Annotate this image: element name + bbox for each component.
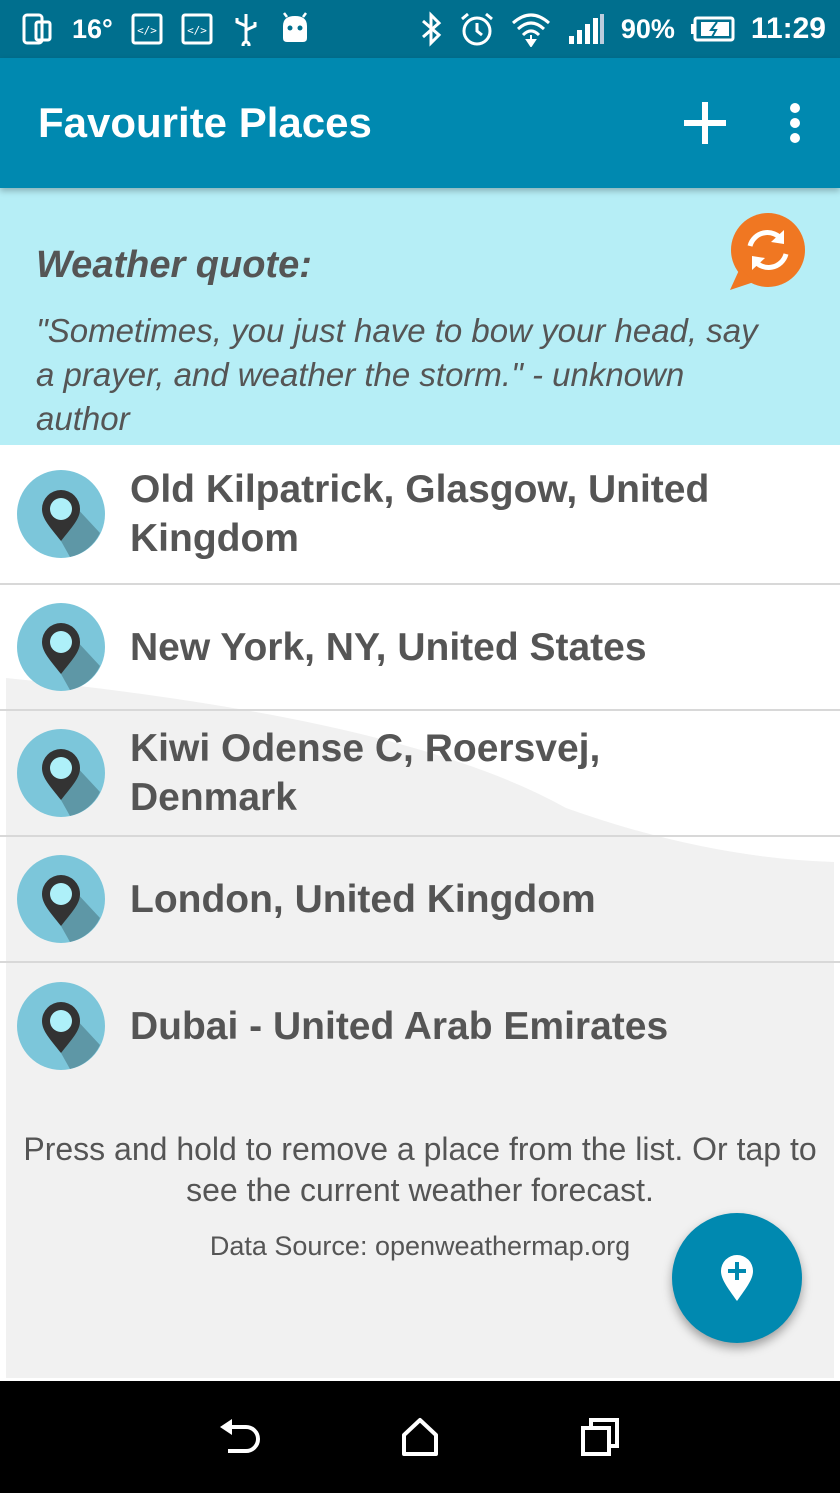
- place-label: Dubai - United Arab Emirates: [130, 1004, 669, 1048]
- battery-charging-icon: [690, 16, 735, 42]
- overflow-menu-button[interactable]: [788, 102, 802, 144]
- place-label: Kiwi Odense C, Roersvej, Denmark: [130, 727, 601, 819]
- favourite-places-list: Old Kilpatrick, Glasgow, United Kingdom …: [0, 445, 840, 1089]
- place-item[interactable]: London, United Kingdom: [0, 837, 840, 963]
- temperature-text: 16°: [72, 13, 113, 44]
- place-item[interactable]: New York, NY, United States: [0, 585, 840, 711]
- recent-apps-icon: [581, 1418, 619, 1456]
- plus-icon: [684, 102, 726, 144]
- place-item[interactable]: Dubai - United Arab Emirates: [0, 963, 840, 1089]
- page-title: Favourite Places: [38, 99, 372, 146]
- back-icon: [220, 1419, 260, 1453]
- wifi-icon: [511, 11, 551, 47]
- svg-text:</>: </>: [137, 24, 157, 37]
- home-icon: [402, 1418, 438, 1456]
- android-icon: [279, 12, 311, 46]
- clock-time: 11:29: [750, 12, 826, 45]
- place-label: London, United Kingdom: [130, 877, 596, 921]
- quote-text: "Sometimes, you just have to bow your he…: [36, 312, 758, 437]
- location-pin-icon: [17, 855, 105, 943]
- content-area: Weather quote: "Sometimes, you just have…: [0, 188, 840, 1381]
- add-location-fab[interactable]: [672, 1213, 802, 1343]
- quote-title: Weather quote:: [36, 244, 312, 286]
- back-button[interactable]: [200, 1397, 280, 1477]
- place-item[interactable]: Kiwi Odense C, Roersvej, Denmark: [0, 711, 840, 837]
- add-place-button[interactable]: [680, 98, 730, 148]
- weather-quote-card: Weather quote: "Sometimes, you just have…: [0, 188, 840, 445]
- signal-icon: [567, 14, 605, 44]
- usb-icon: [231, 12, 261, 46]
- add-location-icon: [721, 1255, 753, 1301]
- navigation-bar: [0, 1381, 840, 1493]
- place-label: Old Kilpatrick, Glasgow, United Kingdom: [130, 468, 710, 560]
- location-pin-icon: [17, 603, 105, 691]
- code-icon: </>: [131, 13, 163, 45]
- app-bar: Favourite Places: [0, 58, 840, 188]
- device-rotation-icon: [20, 12, 54, 46]
- code-icon: </>: [181, 13, 213, 45]
- refresh-quote-button[interactable]: [724, 212, 806, 294]
- refresh-icon: [730, 213, 805, 290]
- place-label: New York, NY, United States: [130, 625, 647, 669]
- bluetooth-icon: [419, 11, 443, 47]
- overflow-menu-icon: [790, 103, 800, 143]
- recent-apps-button[interactable]: [560, 1397, 640, 1477]
- svg-text:</>: </>: [187, 24, 207, 37]
- alarm-icon: [459, 11, 495, 47]
- location-pin-icon: [17, 729, 105, 817]
- status-bar: 16° </> </> 90% 11:29: [0, 0, 840, 58]
- location-pin-icon: [17, 982, 105, 1070]
- usage-hint: Press and hold to remove a place from th…: [23, 1131, 817, 1208]
- location-pin-icon: [17, 470, 105, 558]
- home-button[interactable]: [380, 1397, 460, 1477]
- place-item[interactable]: Old Kilpatrick, Glasgow, United Kingdom: [0, 445, 840, 585]
- battery-percent: 90%: [620, 13, 675, 44]
